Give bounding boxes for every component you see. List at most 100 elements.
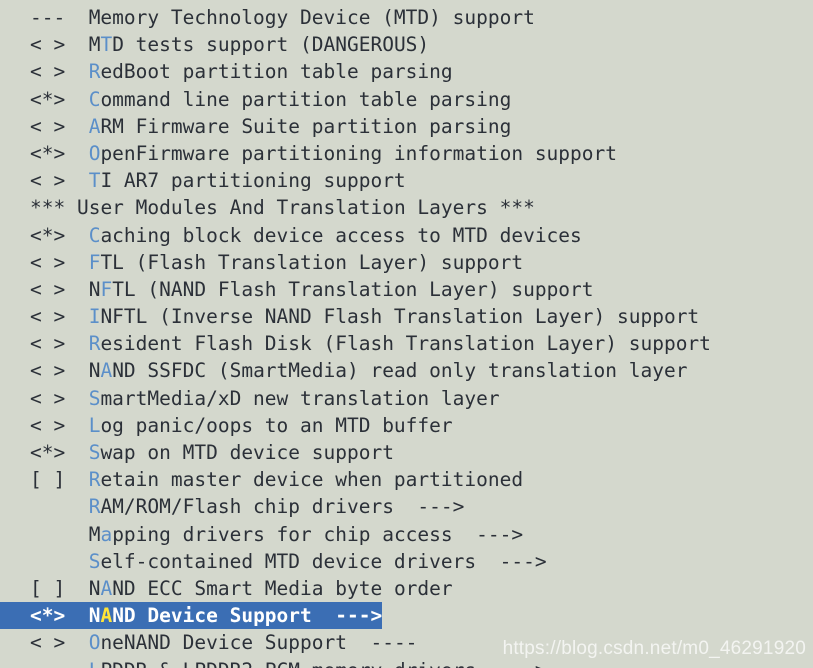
menu-item-label-pre: M — [88, 522, 101, 546]
menu-item: --- Memory Technology Device (MTD) suppor… — [0, 4, 813, 31]
menu-item-label: ommand line partition table parsing — [100, 87, 512, 111]
menu-item-label: D tests support (DANGEROUS) — [112, 33, 430, 57]
menu-item-content: <*> Command line partition table parsing — [30, 88, 511, 111]
menu-item[interactable]: < > OneNAND Device Support ---- — [0, 629, 813, 656]
menu-item-indicator[interactable]: < > — [30, 113, 89, 140]
menu-item-hotkey: O — [88, 141, 101, 165]
menu-item-content: <*> NAND Device Support ---> — [0, 602, 383, 630]
menu-item[interactable]: < > INFTL (Inverse NAND Flash Translation… — [0, 303, 813, 330]
menu-item[interactable]: < > Log panic/oops to an MTD buffer — [0, 412, 813, 439]
menu-item-indicator[interactable]: < > — [30, 357, 89, 384]
menu-item-hotkey: R — [88, 495, 101, 519]
menu-item[interactable]: < > TI AR7 partitioning support — [0, 167, 813, 194]
menu-item-hotkey: A — [100, 359, 113, 383]
menu-item[interactable]: RAM/ROM/Flash chip drivers ---> — [0, 493, 813, 520]
menu-item-hotkey: O — [88, 631, 101, 655]
menu-item-indicator[interactable]: [ ] — [30, 575, 89, 602]
menu-item-indicator[interactable]: < > — [30, 58, 89, 85]
menu-title-dashes: --- — [30, 6, 66, 29]
menu-item-hotkey: A — [88, 114, 101, 138]
menu-item-indicator[interactable]: < > — [30, 330, 89, 357]
menu-item-hotkey: A — [100, 576, 113, 600]
menu-item-label: esident Flash Disk (Flash Translation La… — [100, 332, 711, 356]
menu-item-label: penFirmware partitioning information sup… — [100, 141, 617, 165]
menu-item[interactable]: <*> Caching block device access to MTD de… — [0, 222, 813, 249]
menu-item-label-pre: N — [88, 359, 101, 383]
menu-item-label: ND SSFDC (SmartMedia) read only translat… — [112, 359, 688, 383]
menu-item-indicator[interactable]: < > — [30, 303, 89, 330]
menu-item[interactable]: < > RedBoot partition table parsing — [0, 58, 813, 85]
menu-item-label: neNAND Device Support — [100, 631, 347, 655]
menu-item-indicator[interactable]: < > — [30, 31, 89, 58]
menu-item-label: og panic/oops to an MTD buffer — [100, 413, 453, 437]
menu-item-hotkey: C — [88, 87, 101, 111]
menu-item-content: RAM/ROM/Flash chip drivers ---> — [30, 495, 465, 519]
menu-item-indicator[interactable]: <*> — [30, 140, 89, 167]
menu-item-hotkey: A — [100, 604, 113, 628]
submenu-arrow-icon: ---> — [452, 522, 524, 546]
menu-item-indicator[interactable]: < > — [30, 276, 89, 303]
menu-item-hotkey: L — [89, 659, 101, 668]
submenu-arrow-icon: ---> — [311, 604, 383, 628]
menu-item-label-pre: N — [88, 604, 101, 628]
menu-item-indicator[interactable]: < > — [30, 249, 89, 276]
submenu-arrow-icon: ---> — [476, 659, 547, 668]
menu-item-content: LPDDR & LPDDR2 PCM memory drivers ---> — [30, 659, 547, 668]
menu-item-content: <*> Swap on MTD device support — [30, 441, 394, 464]
menu-item-content: < > FTL (Flash Translation Layer) support — [30, 251, 523, 274]
menu-item-label: PDDR & LPDDR2 PCM memory drivers — [100, 659, 476, 668]
menu-item-indicator[interactable]: < > — [30, 385, 89, 412]
menu-item-content: <*> Caching block device access to MTD de… — [30, 224, 582, 247]
menu-item-hotkey: S — [88, 386, 101, 410]
menu-item-indicator[interactable]: < > — [30, 167, 89, 194]
menu-item-hotkey: a — [100, 522, 113, 546]
menu-item-indicator[interactable]: < > — [30, 629, 89, 656]
menu-item[interactable]: < > SmartMedia/xD new translation layer — [0, 385, 813, 412]
menu-item[interactable]: [ ] Retain master device when partitioned — [0, 466, 813, 493]
menu-item-indicator[interactable]: < > — [30, 412, 89, 439]
menu-item[interactable]: < > Resident Flash Disk (Flash Translatio… — [0, 330, 813, 357]
menu-item-indicator[interactable]: <*> — [30, 222, 89, 249]
menu-item-hotkey: R — [88, 60, 101, 84]
menu-item-label: etain master device when partitioned — [100, 468, 524, 492]
menu-item[interactable]: Mapping drivers for chip access ---> — [0, 521, 813, 548]
menu-item-label-pre: N — [88, 277, 101, 301]
menu-item-indicator[interactable]: [ ] — [30, 466, 89, 493]
menuconfig-screen: --- Memory Technology Device (MTD) suppor… — [0, 0, 813, 668]
menu-item-hotkey: R — [88, 468, 101, 492]
menu-item[interactable]: <*> Command line partition table parsing — [0, 86, 813, 113]
menu-item-hotkey: T — [88, 169, 101, 193]
menu-item-label: TL (Flash Translation Layer) support — [100, 250, 524, 274]
menu-item-content: < > NAND SSFDC (SmartMedia) read only tra… — [30, 359, 687, 382]
menu-item-hotkey: C — [88, 223, 101, 247]
menu-item-content: <*> OpenFirmware partitioning information… — [30, 142, 617, 165]
menu-item-hotkey: S — [88, 549, 101, 573]
menu-item[interactable]: Self-contained MTD device drivers ---> — [0, 548, 813, 575]
menu-item-indicator[interactable]: <*> — [30, 602, 89, 629]
menu-item[interactable]: [ ] NAND ECC Smart Media byte order — [0, 575, 813, 602]
menu-item-label: I AR7 partitioning support — [100, 169, 406, 193]
menu-item[interactable]: <*> Swap on MTD device support — [0, 439, 813, 466]
menu-item-content: < > TI AR7 partitioning support — [30, 169, 406, 192]
menu-item-content: --- Memory Technology Device (MTD) suppor… — [30, 6, 535, 29]
menu-item[interactable]: < > MTD tests support (DANGEROUS) — [0, 31, 813, 58]
menu-item[interactable]: <*> OpenFirmware partitioning information… — [0, 140, 813, 167]
menu-item[interactable]: < > FTL (Flash Translation Layer) support — [0, 249, 813, 276]
menu-item-content: < > MTD tests support (DANGEROUS) — [30, 33, 429, 56]
menu-item-label: elf-contained MTD device drivers — [100, 549, 477, 573]
menu-item-content: < > ARM Firmware Suite partition parsing — [30, 115, 511, 138]
menu-item-indicator[interactable]: <*> — [30, 86, 89, 113]
menu-item-content: < > SmartMedia/xD new translation layer — [30, 387, 500, 410]
menu-item-selected[interactable]: <*> NAND Device Support ---> — [0, 602, 813, 630]
menu-item[interactable]: < > ARM Firmware Suite partition parsing — [0, 113, 813, 140]
menu-item: *** User Modules And Translation Layers … — [0, 194, 813, 221]
menu-item-indicator[interactable]: <*> — [30, 439, 89, 466]
menu-item-label: NFTL (Inverse NAND Flash Translation Lay… — [100, 305, 700, 329]
menu-item-content: [ ] NAND ECC Smart Media byte order — [30, 577, 453, 600]
menu-item[interactable]: LPDDR & LPDDR2 PCM memory drivers ---> — [0, 657, 813, 668]
menu-item[interactable]: < > NAND SSFDC (SmartMedia) read only tra… — [0, 357, 813, 384]
menu-item-label: wap on MTD device support — [100, 441, 394, 464]
submenu-arrow-icon: ---> — [393, 495, 465, 519]
menu-item-label: aching block device access to MTD device… — [100, 223, 582, 247]
menu-item[interactable]: < > NFTL (NAND Flash Translation Layer) s… — [0, 276, 813, 303]
